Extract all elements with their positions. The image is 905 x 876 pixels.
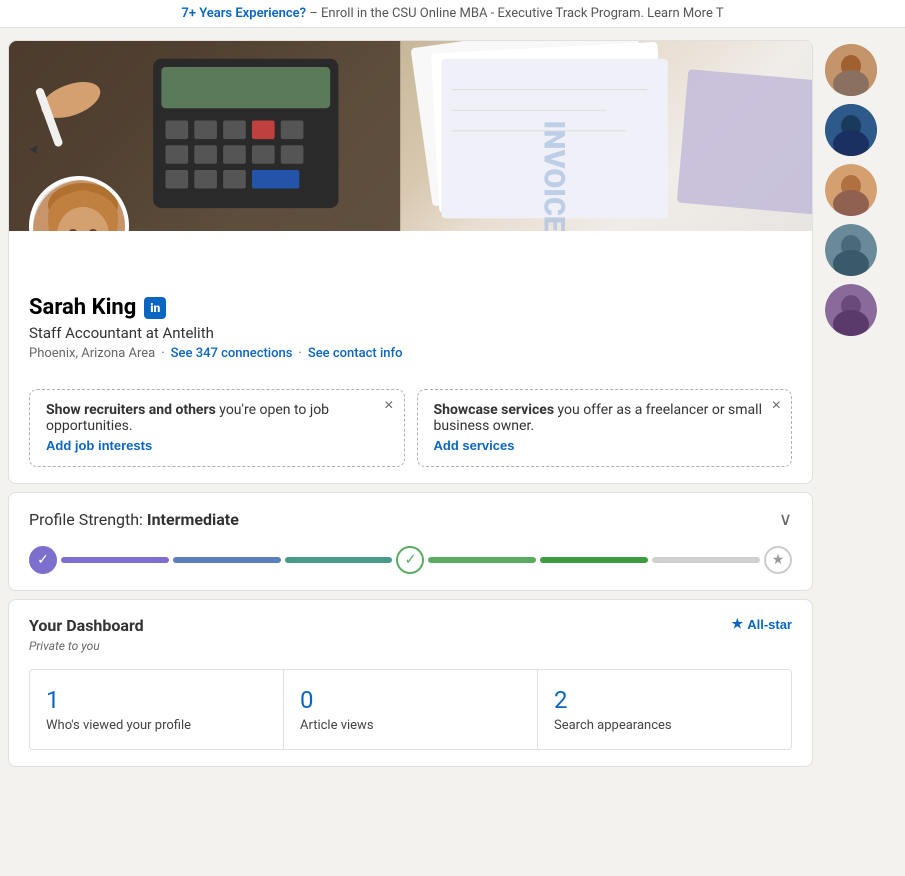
svg-text:INVOICE: INVOICE <box>536 121 570 231</box>
profile-name: Sarah King <box>29 295 136 320</box>
progress-check-end: ★ <box>764 546 792 574</box>
promo-banner-services-title-strong: Showcase services <box>434 402 555 418</box>
progress-bar: ✓ ✓ ★ <box>29 546 792 574</box>
profile-card: INVOICE <box>8 40 813 484</box>
strength-label: Profile Strength: <box>29 510 143 529</box>
progress-segment-2 <box>173 557 281 563</box>
banner-text: – Enroll in the CSU Online MBA - Executi… <box>309 6 723 21</box>
profile-views-number: 1 <box>46 686 267 714</box>
cover-illustration: INVOICE <box>9 41 812 231</box>
separator-1: · <box>161 346 164 361</box>
linkedin-badge: in <box>144 297 166 319</box>
strength-collapse-icon[interactable]: ∨ <box>779 509 792 530</box>
promo-banner-services-title: Showcase services you offer as a freelan… <box>434 402 776 434</box>
promo-banner-services: × Showcase services you offer as a freel… <box>417 389 793 467</box>
cover-photo: INVOICE <box>9 41 812 231</box>
add-services-link[interactable]: Add services <box>434 438 515 453</box>
dashboard-title: Your Dashboard <box>29 616 144 635</box>
banner-link[interactable]: 7+ Years Experience? <box>181 6 306 21</box>
dashboard-header: Your Dashboard ★ All-star <box>29 616 792 635</box>
progress-segment-5 <box>540 557 648 563</box>
separator-2: · <box>298 346 301 361</box>
profile-meta: Phoenix, Arizona Area · See 347 connecti… <box>29 346 792 361</box>
profile-title: Staff Accountant at Antelith <box>29 324 792 342</box>
promo-banner-jobs-title-strong: Show recruiters and others <box>46 402 216 418</box>
right-avatar-4[interactable] <box>825 224 877 276</box>
contact-info-link[interactable]: See contact info <box>308 346 403 361</box>
strength-title: Profile Strength: Intermediate <box>29 510 239 529</box>
promo-banner-jobs-title: Show recruiters and others you're open t… <box>46 402 388 434</box>
all-star-button[interactable]: ★ All-star <box>732 616 792 632</box>
promo-banner-jobs: × Show recruiters and others you're open… <box>29 389 405 467</box>
promo-banners: × Show recruiters and others you're open… <box>9 377 812 483</box>
promo-banner-services-close[interactable]: × <box>772 398 781 414</box>
progress-segment-4 <box>428 557 536 563</box>
article-views-number: 0 <box>300 686 521 714</box>
profile-strength-card: Profile Strength: Intermediate ∨ ✓ ✓ <box>8 492 813 591</box>
profile-location: Phoenix, Arizona Area <box>29 346 155 361</box>
right-avatar-1[interactable] <box>825 44 877 96</box>
profile-views-label: Who's viewed your profile <box>46 718 267 733</box>
strength-level: Intermediate <box>147 510 239 529</box>
add-job-interests-link[interactable]: Add job interests <box>46 438 152 453</box>
top-banner: 7+ Years Experience? – Enroll in the CSU… <box>0 0 905 28</box>
right-avatar-5[interactable] <box>825 284 877 336</box>
promo-banner-jobs-close[interactable]: × <box>384 398 393 414</box>
cover-bg-image: INVOICE <box>9 41 812 231</box>
right-avatar-3[interactable] <box>825 164 877 216</box>
stat-article-views[interactable]: 0 Article views <box>284 670 538 749</box>
search-appearances-number: 2 <box>554 686 775 714</box>
dashboard-card: Your Dashboard ★ All-star Private to you… <box>8 599 813 767</box>
right-sidebar <box>825 40 897 767</box>
progress-segment-3 <box>285 557 393 563</box>
all-star-label: All-star <box>747 617 792 632</box>
article-views-label: Article views <box>300 718 521 733</box>
dashboard-stats: 1 Who's viewed your profile 0 Article vi… <box>29 669 792 750</box>
stat-profile-views[interactable]: 1 Who's viewed your profile <box>30 670 284 749</box>
profile-name-row: Sarah King in <box>29 295 792 320</box>
strength-header: Profile Strength: Intermediate ∨ <box>29 509 792 530</box>
profile-info-section: Sarah King in Staff Accountant at Anteli… <box>9 279 812 377</box>
connections-link[interactable]: See 347 connections <box>171 346 293 361</box>
progress-check-middle: ✓ <box>396 546 424 574</box>
dashboard-subtitle: Private to you <box>29 639 792 653</box>
progress-segment-6 <box>652 557 760 563</box>
avatar <box>29 176 129 231</box>
right-avatar-2[interactable] <box>825 104 877 156</box>
star-icon: ★ <box>732 616 744 632</box>
avatar-container <box>29 176 129 231</box>
stat-search-appearances[interactable]: 2 Search appearances <box>538 670 791 749</box>
avatar-image <box>33 180 129 231</box>
progress-check-start: ✓ <box>29 546 57 574</box>
progress-segment-1 <box>61 557 169 563</box>
search-appearances-label: Search appearances <box>554 718 775 733</box>
main-column: INVOICE <box>8 40 813 767</box>
